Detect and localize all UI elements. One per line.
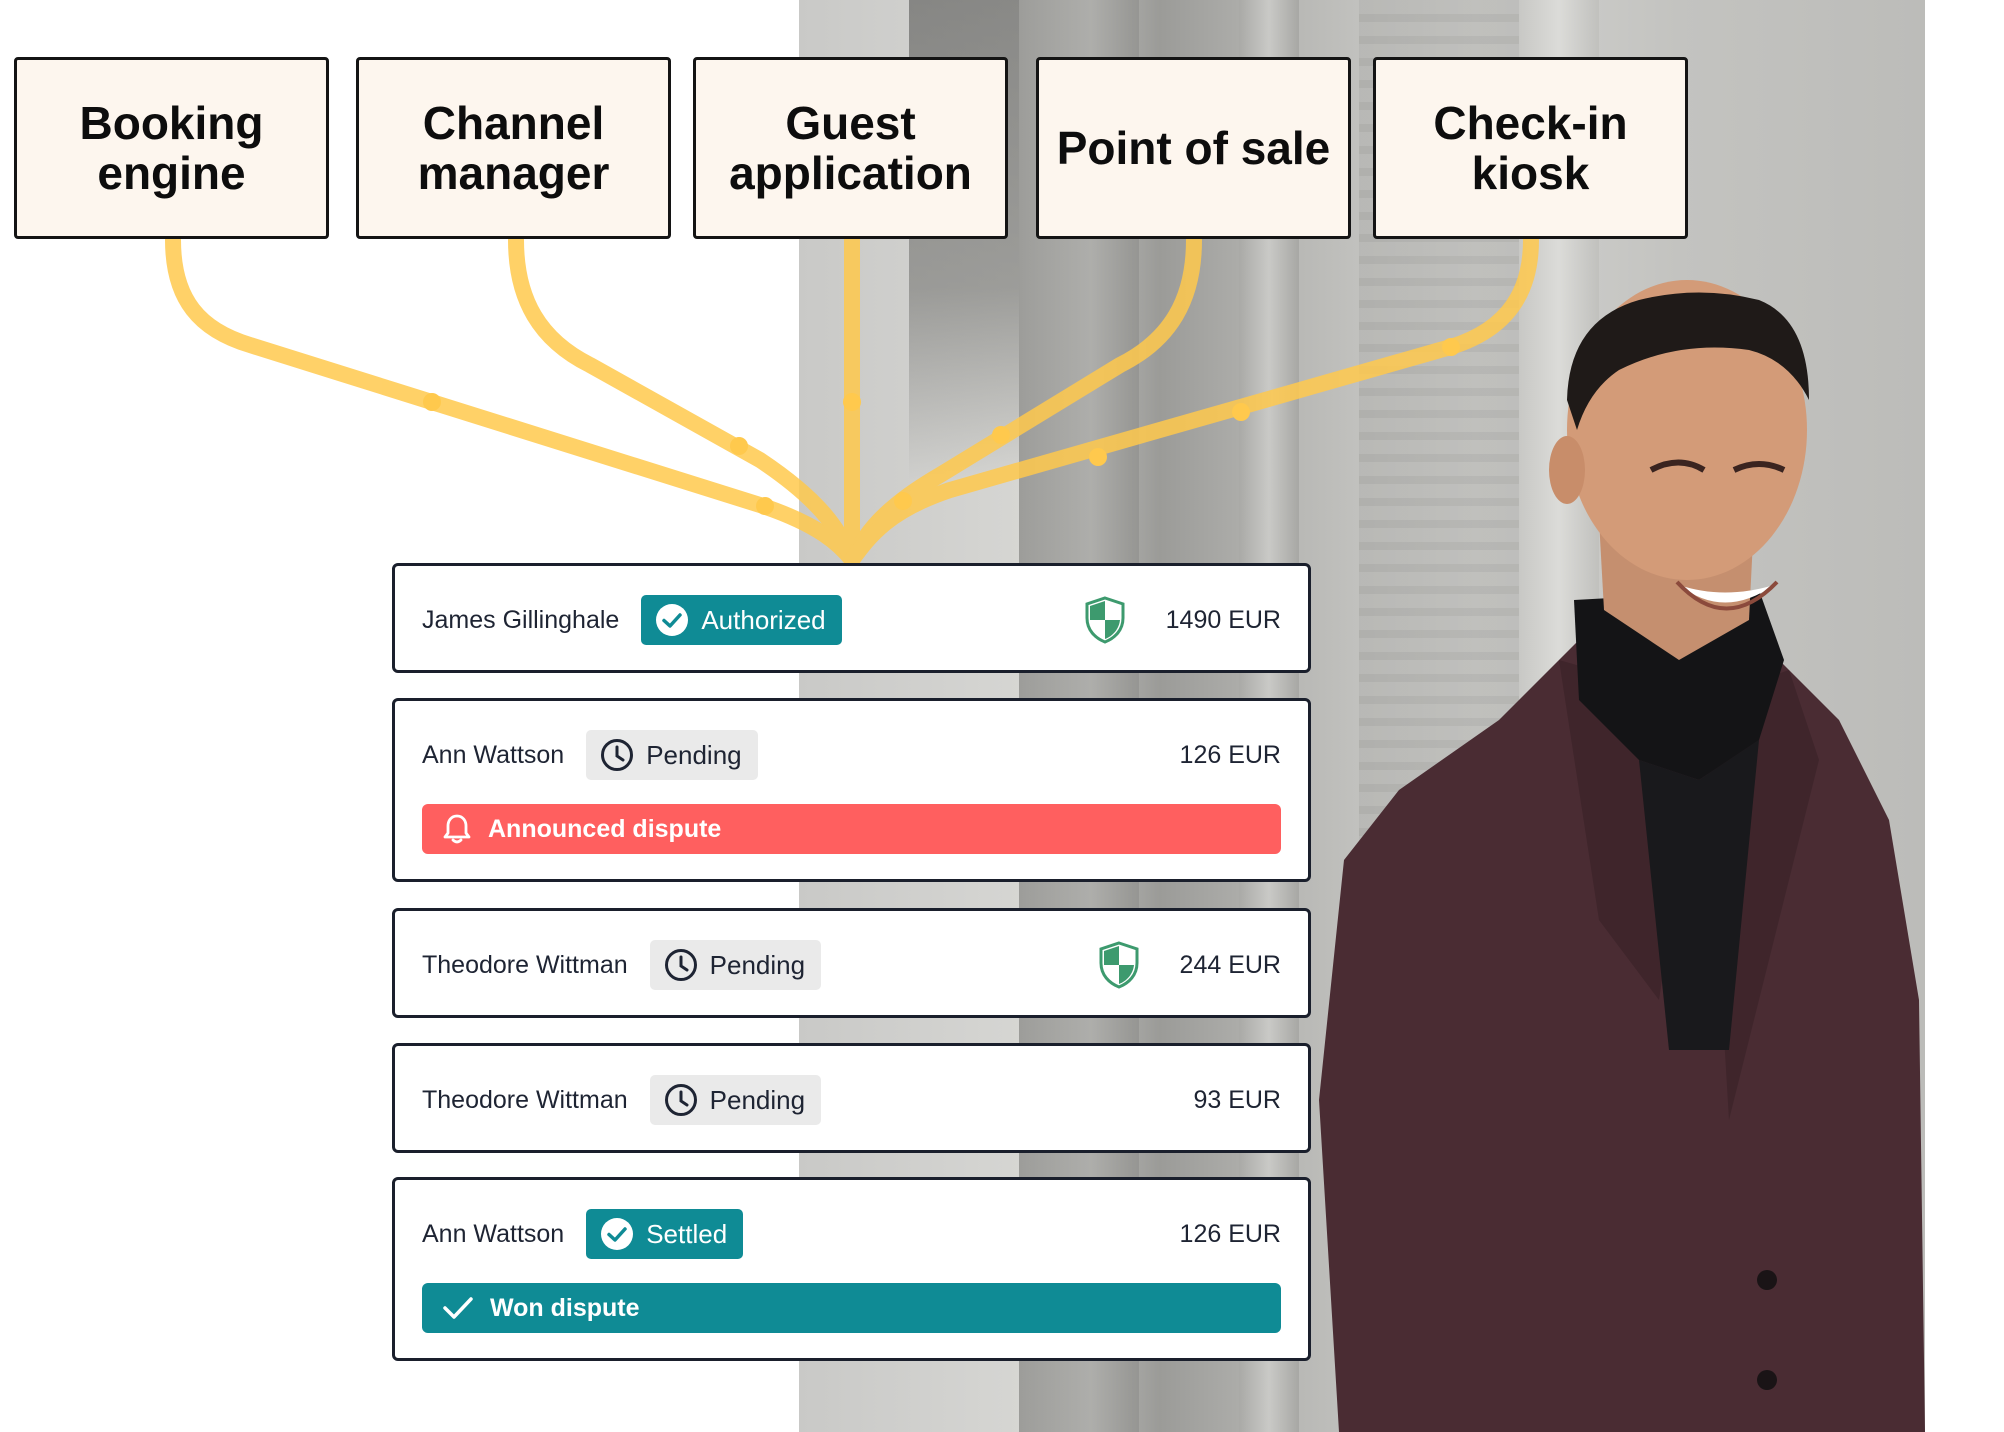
source-booking-engine: Booking engine: [14, 57, 329, 239]
status-badge: Pending: [649, 1075, 822, 1125]
source-point-of-sale: Point of sale: [1036, 57, 1351, 239]
alert-label: Announced dispute: [488, 814, 722, 843]
source-label: Booking engine: [79, 97, 264, 199]
amount: 126 EUR: [1179, 740, 1281, 769]
status-badge: Settled: [586, 1209, 744, 1259]
source-label: Check-in kiosk: [1433, 97, 1628, 199]
source-guest-application: Guest application: [693, 57, 1008, 239]
transaction-row: James Gillinghale Authorized 1490 EUR: [422, 595, 1281, 645]
amount: 244 EUR: [1179, 950, 1281, 979]
clock-icon: [664, 1084, 697, 1116]
guest-name: Ann Wattson: [422, 1219, 565, 1248]
connector-dot: [423, 393, 441, 411]
guest-name: Theodore Wittman: [422, 1085, 628, 1114]
status-label: Settled: [646, 1218, 728, 1249]
checkmark-icon: [443, 1297, 473, 1319]
guest-name: Ann Wattson: [422, 740, 565, 769]
status-badge: Authorized: [641, 595, 842, 645]
connector-dot: [756, 497, 774, 515]
status-label: Pending: [709, 1084, 806, 1115]
dispute-alert-bar: Announced dispute: [422, 804, 1281, 854]
status-label: Authorized: [701, 604, 826, 635]
guest-name: James Gillinghale: [422, 605, 620, 634]
transaction-card[interactable]: Theodore Wittman Pending 93 EUR: [392, 1043, 1311, 1153]
connector-dot: [730, 437, 748, 455]
source-label: Channel manager: [417, 97, 610, 199]
source-check-in-kiosk: Check-in kiosk: [1373, 57, 1688, 239]
shield-icon: [1096, 940, 1142, 990]
check-circle-icon: [601, 1218, 634, 1250]
clock-icon: [664, 949, 697, 981]
transaction-row: Theodore Wittman Pending 244 EUR: [422, 940, 1281, 990]
shield-icon: [1082, 595, 1128, 645]
clock-icon: [601, 739, 634, 771]
alert-label: Won dispute: [490, 1293, 640, 1322]
source-channel-manager: Channel manager: [356, 57, 671, 239]
guest-name: Theodore Wittman: [422, 950, 628, 979]
check-circle-icon: [656, 604, 689, 636]
transaction-row: Theodore Wittman Pending 93 EUR: [422, 1075, 1281, 1125]
bell-icon: [443, 814, 471, 844]
amount: 1490 EUR: [1165, 605, 1281, 634]
status-badge: Pending: [649, 940, 822, 990]
source-label: Guest application: [729, 97, 972, 199]
status-label: Pending: [709, 949, 806, 980]
amount: 126 EUR: [1179, 1219, 1281, 1248]
dispute-won-bar: Won dispute: [422, 1283, 1281, 1333]
page: Booking engine Channel manager Guest app…: [0, 0, 2004, 1432]
transaction-card[interactable]: James Gillinghale Authorized 1490 EUR: [392, 563, 1311, 673]
transaction-card[interactable]: Theodore Wittman Pending 244 EUR: [392, 908, 1311, 1018]
transaction-card[interactable]: Ann Wattson Settled 126 EUR Won dispute: [392, 1177, 1311, 1361]
amount: 93 EUR: [1193, 1085, 1281, 1114]
connector-booking-engine: [165, 232, 860, 568]
status-badge: Pending: [586, 730, 758, 780]
source-label: Point of sale: [1056, 122, 1331, 174]
transaction-card[interactable]: Ann Wattson Pending 126 EUR Announced di…: [392, 698, 1311, 882]
transaction-row: Ann Wattson Pending 126 EUR: [422, 730, 1281, 780]
status-label: Pending: [646, 739, 742, 770]
transaction-row: Ann Wattson Settled 126 EUR: [422, 1209, 1281, 1259]
